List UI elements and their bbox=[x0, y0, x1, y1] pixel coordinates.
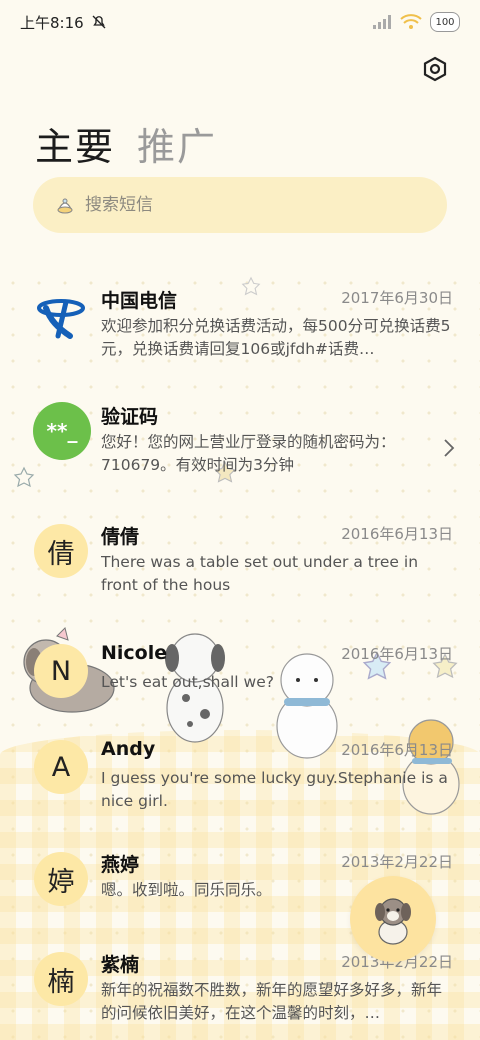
telecom-logo-icon bbox=[37, 299, 85, 339]
conversation-row[interactable]: 中国电信 2017年6月30日 欢迎参加积分兑换话费活动，每500分可兑换话费5… bbox=[0, 270, 480, 380]
status-bar: 上午8:16 100 bbox=[0, 0, 480, 44]
contact-name: 倩倩 bbox=[101, 526, 140, 548]
message-preview: 欢迎参加积分兑换话费活动，每500分可兑换话费5元，兑换话费请回复106或jfd… bbox=[101, 317, 451, 358]
mute-icon bbox=[92, 15, 106, 29]
verification-avatar: **_ bbox=[33, 402, 91, 460]
conversation-row[interactable]: 倩 倩倩 2016年6月13日 There was a table set ou… bbox=[0, 506, 480, 616]
battery-level: 100 bbox=[435, 16, 455, 28]
message-preview: 新年的祝福数不胜数，新年的愿望好多好多，新年的问候依旧美好，在这个温馨的时刻，… bbox=[101, 981, 443, 1022]
contact-name: 验证码 bbox=[101, 406, 159, 428]
settings-button[interactable] bbox=[420, 54, 450, 84]
contact-name: 中国电信 bbox=[101, 290, 178, 312]
message-date: 2016年6月13日 bbox=[341, 645, 453, 663]
conversation-row[interactable]: N Nicole 2016年6月13日 Let's eat out,shall … bbox=[0, 626, 480, 736]
tab-main[interactable]: 主要 bbox=[35, 116, 115, 171]
wifi-icon bbox=[400, 14, 422, 29]
contact-name: 紫楠 bbox=[101, 954, 140, 976]
contact-avatar: A bbox=[34, 740, 88, 794]
contact-avatar: 楠 bbox=[34, 952, 88, 1006]
contact-name: Andy bbox=[101, 738, 156, 760]
status-time: 上午8:16 bbox=[20, 13, 84, 32]
message-preview: 您好！您的网上营业厅登录的随机密码为：710679。有效时间为3分钟 bbox=[101, 433, 396, 474]
compose-dog-icon bbox=[375, 898, 411, 945]
chevron-right-icon[interactable] bbox=[443, 438, 455, 458]
search-icon bbox=[57, 198, 73, 214]
tab-bar: 主要 推广 bbox=[35, 116, 217, 171]
contact-name: 燕婷 bbox=[101, 854, 140, 876]
conversation-row[interactable]: **_ 验证码 您好！您的网上营业厅登录的随机密码为：710679。有效时间为3… bbox=[0, 386, 480, 496]
search-bar[interactable] bbox=[33, 177, 447, 233]
signal-icon bbox=[373, 15, 391, 29]
message-date: 2013年2月22日 bbox=[341, 853, 453, 871]
message-preview: There was a table set out under a tree i… bbox=[101, 553, 419, 594]
conversation-row[interactable]: A Andy 2016年6月13日 I guess you're some lu… bbox=[0, 722, 480, 832]
telecom-logo-avatar bbox=[34, 288, 88, 342]
contact-avatar: N bbox=[34, 644, 88, 698]
contact-avatar: 倩 bbox=[34, 524, 88, 578]
message-date: 2016年6月13日 bbox=[341, 525, 453, 543]
contact-name: Nicole bbox=[101, 642, 168, 664]
status-time-group: 上午8:16 bbox=[20, 12, 108, 33]
search-input[interactable] bbox=[85, 195, 385, 215]
message-date: 2016年6月13日 bbox=[341, 741, 453, 759]
message-date: 2017年6月30日 bbox=[341, 289, 453, 307]
contact-avatar: 婷 bbox=[34, 852, 88, 906]
message-preview: I guess you're some lucky guy.Stephanie … bbox=[101, 769, 448, 810]
status-icons: 100 bbox=[372, 12, 460, 32]
battery-icon: 100 bbox=[430, 12, 460, 32]
tab-promotions[interactable]: 推广 bbox=[137, 116, 217, 171]
message-preview: Let's eat out,shall we? bbox=[101, 673, 274, 691]
compose-button[interactable] bbox=[350, 876, 436, 962]
gear-icon bbox=[423, 56, 447, 82]
